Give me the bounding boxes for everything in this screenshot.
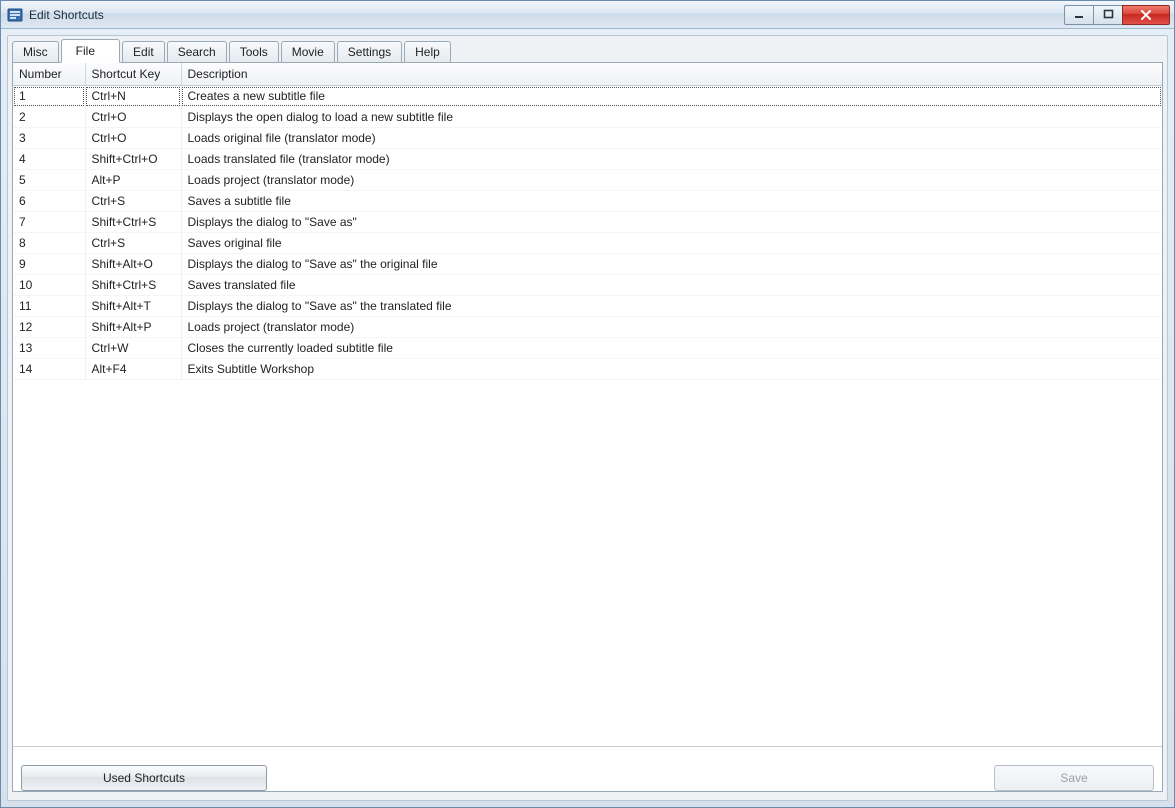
table-row[interactable]: 5Alt+PLoads project (translator mode) — [13, 170, 1162, 191]
cell-number: 12 — [13, 317, 85, 338]
cell-description: Loads project (translator mode) — [181, 317, 1162, 338]
cell-number: 4 — [13, 149, 85, 170]
maximize-button[interactable] — [1093, 5, 1123, 25]
cell-description: Loads original file (translator mode) — [181, 128, 1162, 149]
cell-shortcut: Ctrl+N — [85, 86, 181, 107]
content-frame: MiscFileEditSearchToolsMovieSettingsHelp… — [7, 35, 1168, 801]
cell-number: 7 — [13, 212, 85, 233]
table-row[interactable]: 13Ctrl+WCloses the currently loaded subt… — [13, 338, 1162, 359]
cell-shortcut: Shift+Alt+O — [85, 254, 181, 275]
cell-number: 10 — [13, 275, 85, 296]
cell-number: 8 — [13, 233, 85, 254]
table-header-row: Number Shortcut Key Description — [13, 63, 1162, 86]
table-row[interactable]: 11Shift+Alt+TDisplays the dialog to "Sav… — [13, 296, 1162, 317]
cell-number: 6 — [13, 191, 85, 212]
table-row[interactable]: 9Shift+Alt+ODisplays the dialog to "Save… — [13, 254, 1162, 275]
tab-misc[interactable]: Misc — [12, 41, 59, 62]
tab-tools[interactable]: Tools — [229, 41, 279, 62]
cell-number: 11 — [13, 296, 85, 317]
cell-description: Loads translated file (translator mode) — [181, 149, 1162, 170]
cell-description: Displays the dialog to "Save as" the tra… — [181, 296, 1162, 317]
tabs: MiscFileEditSearchToolsMovieSettingsHelp — [10, 38, 1165, 62]
cell-shortcut: Alt+P — [85, 170, 181, 191]
cell-description: Displays the dialog to "Save as" — [181, 212, 1162, 233]
table-row[interactable]: 3Ctrl+OLoads original file (translator m… — [13, 128, 1162, 149]
tab-edit[interactable]: Edit — [122, 41, 165, 62]
cell-description: Exits Subtitle Workshop — [181, 359, 1162, 380]
titlebar[interactable]: Edit Shortcuts — [1, 1, 1174, 29]
table-row[interactable]: 8Ctrl+SSaves original file — [13, 233, 1162, 254]
used-shortcuts-button[interactable]: Used Shortcuts — [21, 765, 267, 791]
window-title: Edit Shortcuts — [29, 8, 1065, 22]
save-button[interactable]: Save — [994, 765, 1154, 791]
cell-description: Displays the open dialog to load a new s… — [181, 107, 1162, 128]
close-button[interactable] — [1122, 5, 1170, 25]
cell-number: 13 — [13, 338, 85, 359]
cell-description: Saves translated file — [181, 275, 1162, 296]
window-controls — [1065, 5, 1170, 25]
cell-shortcut: Ctrl+S — [85, 233, 181, 254]
column-header-number[interactable]: Number — [13, 63, 85, 86]
table-row[interactable]: 2Ctrl+ODisplays the open dialog to load … — [13, 107, 1162, 128]
table-row[interactable]: 10Shift+Ctrl+SSaves translated file — [13, 275, 1162, 296]
cell-shortcut: Alt+F4 — [85, 359, 181, 380]
bottom-bar: Used Shortcuts Save — [13, 747, 1162, 791]
tab-movie[interactable]: Movie — [281, 41, 335, 62]
shortcut-table: Number Shortcut Key Description 1Ctrl+NC… — [13, 63, 1162, 380]
cell-number: 9 — [13, 254, 85, 275]
table-row[interactable]: 14Alt+F4Exits Subtitle Workshop — [13, 359, 1162, 380]
cell-description: Loads project (translator mode) — [181, 170, 1162, 191]
cell-shortcut: Ctrl+S — [85, 191, 181, 212]
table-row[interactable]: 4Shift+Ctrl+OLoads translated file (tran… — [13, 149, 1162, 170]
column-header-description[interactable]: Description — [181, 63, 1162, 86]
cell-shortcut: Shift+Ctrl+S — [85, 275, 181, 296]
cell-shortcut: Shift+Ctrl+S — [85, 212, 181, 233]
column-header-shortcut[interactable]: Shortcut Key — [85, 63, 181, 86]
cell-shortcut: Shift+Alt+P — [85, 317, 181, 338]
minimize-button[interactable] — [1064, 5, 1094, 25]
cell-description: Saves original file — [181, 233, 1162, 254]
cell-shortcut: Shift+Alt+T — [85, 296, 181, 317]
cell-shortcut: Ctrl+O — [85, 128, 181, 149]
table-row[interactable]: 12Shift+Alt+PLoads project (translator m… — [13, 317, 1162, 338]
cell-description: Creates a new subtitle file — [181, 86, 1162, 107]
table-row[interactable]: 6Ctrl+SSaves a subtitle file — [13, 191, 1162, 212]
tab-help[interactable]: Help — [404, 41, 451, 62]
cell-shortcut: Ctrl+O — [85, 107, 181, 128]
shortcut-table-area[interactable]: Number Shortcut Key Description 1Ctrl+NC… — [13, 63, 1162, 747]
app-icon — [7, 7, 23, 23]
table-row[interactable]: 1Ctrl+NCreates a new subtitle file — [13, 86, 1162, 107]
cell-description: Closes the currently loaded subtitle fil… — [181, 338, 1162, 359]
tab-settings[interactable]: Settings — [337, 41, 402, 62]
tab-panel: Number Shortcut Key Description 1Ctrl+NC… — [12, 62, 1163, 792]
cell-number: 5 — [13, 170, 85, 191]
table-row[interactable]: 7Shift+Ctrl+SDisplays the dialog to "Sav… — [13, 212, 1162, 233]
cell-number: 3 — [13, 128, 85, 149]
cell-description: Displays the dialog to "Save as" the ori… — [181, 254, 1162, 275]
cell-number: 2 — [13, 107, 85, 128]
cell-number: 14 — [13, 359, 85, 380]
tab-search[interactable]: Search — [167, 41, 227, 62]
cell-description: Saves a subtitle file — [181, 191, 1162, 212]
cell-number: 1 — [13, 86, 85, 107]
cell-shortcut: Ctrl+W — [85, 338, 181, 359]
tab-file[interactable]: File — [61, 39, 120, 63]
cell-shortcut: Shift+Ctrl+O — [85, 149, 181, 170]
window: Edit Shortcuts MiscFileEditSearchToolsMo… — [0, 0, 1175, 808]
